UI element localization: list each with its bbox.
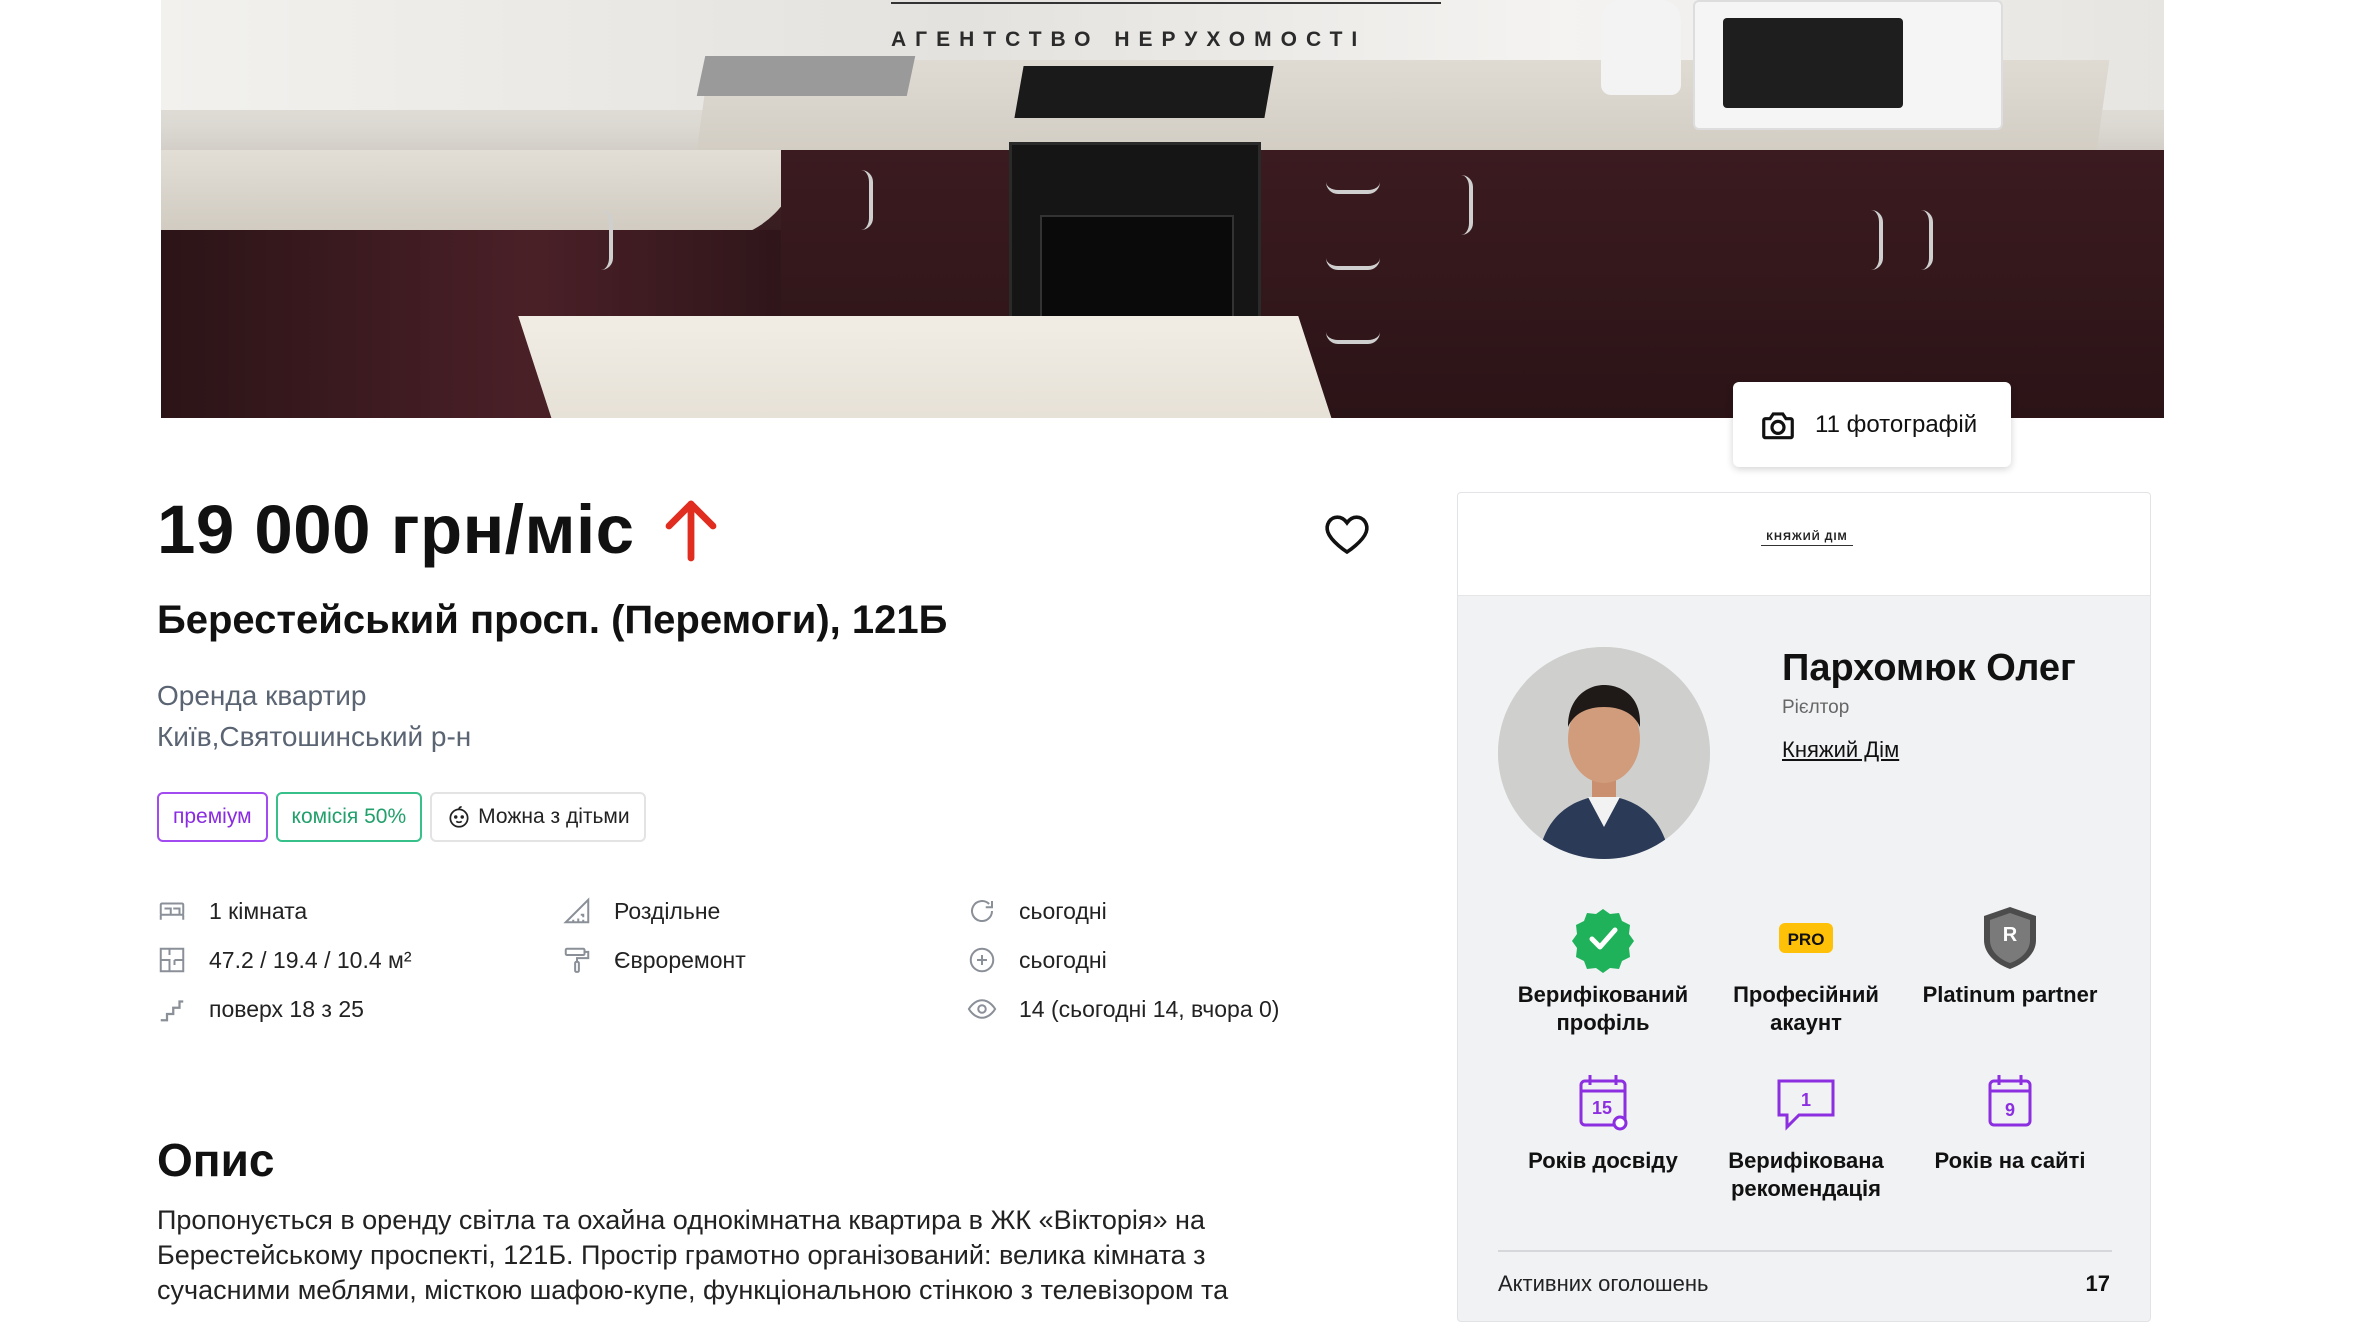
- eye-icon: [967, 999, 997, 1019]
- agent-name[interactable]: Пархомюк Олег: [1782, 647, 2076, 690]
- years-on-site-label: Років на сайті: [1934, 1148, 2086, 1173]
- floor-value: поверх 18 з 25: [209, 995, 364, 1022]
- photo-gallery-button[interactable]: 11 фотографій: [1733, 382, 2011, 467]
- active-listings-label[interactable]: Активних оголошень: [1498, 1271, 1709, 1297]
- area-value: 47.2 / 19.4 / 10.4 м²: [209, 946, 412, 973]
- achievement-recommendation: 1 Верифікована рекомендація: [1706, 1069, 1906, 1203]
- agent-agency-link[interactable]: Княжий Дім: [1782, 737, 1899, 763]
- platinum-label: Platinum partner: [1922, 982, 2098, 1007]
- agency-logo-bar: КНЯЖИЙ ДІМ: [1458, 493, 2150, 596]
- bathroom-value: Роздільне: [614, 897, 721, 924]
- agent-role: Рієлтор: [1782, 697, 1850, 718]
- achievement-verified: Верифікований профіль: [1503, 903, 1703, 1037]
- agent-card: КНЯЖИЙ ДІМ Пархомюк Олег Рієлтор Княжий …: [1457, 492, 2151, 1322]
- description-text: Пропонується в оренду світла та охайна о…: [157, 1203, 1357, 1308]
- verified-label: Верифікований профіль: [1517, 982, 1689, 1035]
- platinum-badge-text: R: [2003, 924, 2018, 946]
- agency-logo[interactable]: КНЯЖИЙ ДІМ: [1761, 531, 1853, 561]
- experience-label: Років досвіду: [1528, 1148, 1678, 1173]
- prop-rooms: 1 кімната: [157, 896, 307, 926]
- prop-renovation: Євроремонт: [562, 945, 746, 975]
- renovation-value: Євроремонт: [614, 946, 746, 973]
- calendar-award-icon: 15: [1579, 1075, 1628, 1131]
- favorite-heart-icon[interactable]: [1323, 512, 1371, 556]
- listing-location: Київ,Святошинський р-н: [157, 721, 472, 752]
- updated-value: сьогодні: [1019, 897, 1107, 924]
- views-value: 14 (сьогодні 14, вчора 0): [1019, 995, 1280, 1022]
- plus-circle-icon: [969, 947, 995, 973]
- platinum-shield-icon: R: [1984, 907, 2036, 969]
- prop-updated: сьогодні: [967, 896, 1107, 926]
- badge-list: преміум комісія 50% Можна з дітьми: [157, 792, 646, 842]
- prop-floor: поверх 18 з 25: [157, 994, 364, 1024]
- listing-main-photo[interactable]: АГЕНТСТВО НЕРУХОМОСТІ: [161, 0, 2164, 418]
- photo-count-label: 11 фотографій: [1815, 410, 1978, 438]
- listing-price: 19 000 грн/міс: [157, 491, 635, 568]
- description-line: сучасними меблями, місткою шафою-купе, ф…: [157, 1275, 1229, 1305]
- prop-bathroom: Роздільне: [562, 896, 720, 926]
- achievement-experience: 15 Років досвіду: [1503, 1069, 1703, 1175]
- listing-address: Берестейський просп. (Перемоги), 121Б: [157, 598, 948, 642]
- years-on-site-text: 9: [2005, 1100, 2015, 1120]
- recommendation-count-text: 1: [1801, 1090, 1811, 1110]
- pro-badge-text: PRO: [1788, 930, 1825, 949]
- created-value: сьогодні: [1019, 946, 1107, 973]
- commission-badge: комісія 50%: [275, 792, 423, 842]
- achievement-years-on-site: 9 Років на сайті: [1910, 1069, 2110, 1175]
- card-divider: [1498, 1250, 2112, 1252]
- pro-label: Професійний акаунт: [1733, 982, 1879, 1035]
- price-row: 19 000 грн/міс: [157, 490, 719, 569]
- premium-badge: преміум: [157, 792, 268, 842]
- listing-category: Оренда квартир: [157, 680, 367, 711]
- camera-icon: [1762, 411, 1794, 439]
- stairs-icon: [160, 1000, 184, 1022]
- prop-area: 47.2 / 19.4 / 10.4 м²: [157, 945, 412, 975]
- bed-icon: [159, 902, 185, 920]
- description-line: Пропонується в оренду світла та охайна о…: [157, 1205, 1205, 1235]
- message-icon: 1: [1777, 1079, 1835, 1131]
- kids-allowed-label: Можна з дітьми: [478, 805, 630, 828]
- photo-watermark: АГЕНТСТВО НЕРУХОМОСТІ: [891, 28, 1367, 51]
- verified-check-icon: [1572, 909, 1634, 973]
- paint-roller-icon: [564, 947, 590, 973]
- triangle-ruler-icon: [563, 897, 590, 924]
- recommendation-label: Верифікована рекомендація: [1728, 1148, 1884, 1201]
- baby-face-icon: [449, 806, 469, 828]
- refresh-icon: [971, 900, 993, 923]
- pro-badge-icon: PRO: [1779, 923, 1833, 953]
- active-listings-count: 17: [2085, 1271, 2110, 1296]
- achievement-pro: PRO Професійний акаунт: [1706, 903, 1906, 1037]
- kids-allowed-badge: Можна з дітьми: [430, 792, 646, 842]
- floor-plan-icon: [159, 947, 185, 973]
- description-title: Опис: [157, 1134, 275, 1186]
- arrow-up-icon: [665, 500, 716, 561]
- agency-logo-text: КНЯЖИЙ ДІМ: [1766, 531, 1848, 543]
- agent-avatar[interactable]: [1498, 647, 1710, 859]
- prop-created: сьогодні: [967, 945, 1107, 975]
- agent-photo: [1498, 647, 1710, 859]
- prop-views: 14 (сьогодні 14, вчора 0): [967, 994, 1279, 1024]
- achievement-platinum: R Platinum partner: [1910, 903, 2110, 1009]
- calendar-icon: 9: [1988, 1075, 2032, 1127]
- rooms-value: 1 кімната: [209, 897, 308, 924]
- experience-years-text: 15: [1592, 1098, 1612, 1118]
- description-line: Берестейському проспекті, 121Б. Простір …: [157, 1240, 1206, 1270]
